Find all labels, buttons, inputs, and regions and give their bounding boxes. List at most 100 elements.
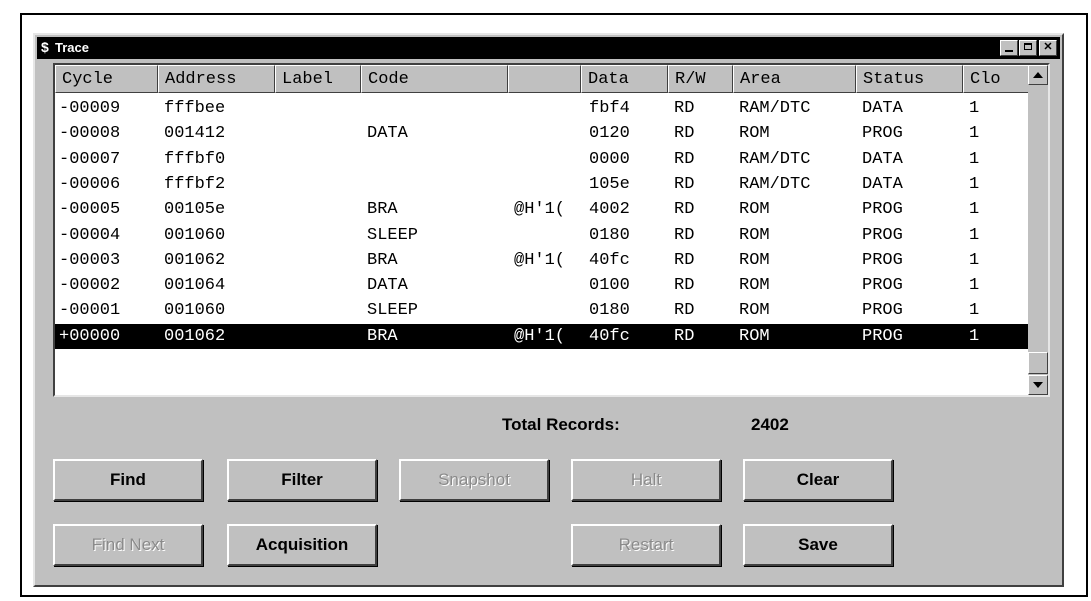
scroll-down-button[interactable] <box>1028 375 1048 395</box>
cell-cycle: +00000 <box>59 326 121 346</box>
save-button[interactable]: Save <box>743 524 893 566</box>
column-header-data[interactable]: Data <box>581 65 668 93</box>
minimize-icon <box>1005 50 1013 52</box>
table-row[interactable]: -00002 001064 DATA 0100 RD ROM PROG 1 <box>55 273 1030 298</box>
cell-data: 0100 <box>589 276 630 296</box>
column-header-clock[interactable]: Clo <box>963 65 1030 93</box>
cell-cycle: -00002 <box>59 276 121 296</box>
cell-code: DATA <box>367 124 408 144</box>
cell-clock: 1 <box>969 99 980 118</box>
cell-area: RAM/DTC <box>739 99 811 118</box>
table-row[interactable]: -00008 001412 DATA 0120 RD ROM PROG 1 <box>55 121 1030 146</box>
close-button[interactable]: ✕ <box>1039 40 1057 56</box>
cell-rw: RD <box>674 225 695 245</box>
cell-code: BRA <box>367 200 398 220</box>
trace-window: $ Trace ✕ Cycle Address Label Code Data R/W Ar… <box>33 33 1064 587</box>
cell-data: 0120 <box>589 124 630 144</box>
column-header-operand[interactable] <box>508 65 581 93</box>
table-row[interactable]: -00001 001060 SLEEP 0180 RD ROM PROG 1 <box>55 298 1030 323</box>
arrow-up-icon <box>1033 72 1043 78</box>
cell-operand: @H'1( <box>514 250 566 270</box>
title-bar[interactable]: $ Trace ✕ <box>37 37 1060 59</box>
cell-cycle: -00003 <box>59 250 121 270</box>
cell-address: 001412 <box>164 124 226 144</box>
cell-status: DATA <box>862 149 903 169</box>
cell-clock: 1 <box>969 276 980 296</box>
maximize-button[interactable] <box>1019 40 1037 56</box>
cell-cycle: -00006 <box>59 174 121 194</box>
table-row[interactable]: -00003 001062 BRA @H'1(40fc RD ROM PROG 1 <box>55 248 1030 273</box>
column-header-cycle[interactable]: Cycle <box>55 65 158 93</box>
cell-status: PROG <box>862 250 903 270</box>
find-button[interactable]: Find <box>53 459 203 501</box>
column-header-area[interactable]: Area <box>733 65 856 93</box>
cell-cycle: -00001 <box>59 301 121 321</box>
cell-rw: RD <box>674 250 695 270</box>
cell-area: ROM <box>739 276 770 296</box>
cell-code: SLEEP <box>367 301 419 321</box>
cell-clock: 1 <box>969 301 980 321</box>
acquisition-button-label: Acquisition <box>255 535 349 554</box>
halt-button[interactable]: Halt <box>571 459 721 501</box>
cell-data: 40fc <box>589 326 630 346</box>
table-header: Cycle Address Label Code Data R/W Area Status Cl… <box>55 65 1030 93</box>
cell-area: RAM/DTC <box>739 149 811 169</box>
column-header-status[interactable]: Status <box>856 65 963 93</box>
cell-area: ROM <box>739 225 770 245</box>
cell-address: fffbee <box>164 99 226 118</box>
cell-address: fffbf2 <box>164 174 226 194</box>
cell-code: BRA <box>367 326 398 346</box>
column-header-address[interactable]: Address <box>158 65 275 93</box>
cell-address: 001060 <box>164 301 226 321</box>
column-header-rw[interactable]: R/W <box>668 65 733 93</box>
table-row[interactable]: -00007 fffbf0 0000 RD RAM/DTC DATA 1 <box>55 147 1030 172</box>
cell-clock: 1 <box>969 174 980 194</box>
restart-button[interactable]: Restart <box>571 524 721 566</box>
cell-status: PROG <box>862 276 903 296</box>
cell-address: 001064 <box>164 276 226 296</box>
cell-operand: @H'1( <box>514 200 566 220</box>
table-row[interactable]: -00009 fffbee fbf4 RD RAM/DTC DATA 1 <box>55 96 1030 121</box>
table-row-selected[interactable]: +00000 001062 BRA @H'1(40fc RD ROM PROG 1 <box>55 323 1030 349</box>
filter-button-label: Filter <box>281 470 323 489</box>
column-header-code[interactable]: Code <box>361 65 508 93</box>
cell-data: 0000 <box>589 149 630 169</box>
table-row[interactable]: -00006 fffbf2 105e RD RAM/DTC DATA 1 <box>55 172 1030 197</box>
restart-button-label: Restart <box>618 535 674 554</box>
clear-button[interactable]: Clear <box>743 459 893 501</box>
arrow-down-icon <box>1033 382 1043 388</box>
table-row[interactable]: -00005 00105e BRA @H'1(4002 RD ROM PROG 1 <box>55 197 1030 222</box>
cell-rw: RD <box>674 99 695 118</box>
cell-area: ROM <box>739 326 770 346</box>
close-icon: ✕ <box>1043 41 1053 53</box>
cell-status: DATA <box>862 99 903 118</box>
table-row[interactable]: -00004 001060 SLEEP 0180 RD ROM PROG 1 <box>55 223 1030 248</box>
minimize-button[interactable] <box>1000 40 1018 56</box>
cell-address: 001062 <box>164 250 226 270</box>
total-records-value: 2402 <box>751 415 789 434</box>
cell-clock: 1 <box>969 250 980 270</box>
filter-button[interactable]: Filter <box>227 459 377 501</box>
find-next-button[interactable]: Find Next <box>53 524 203 566</box>
vertical-scrollbar[interactable] <box>1028 65 1048 395</box>
column-header-label[interactable]: Label <box>275 65 361 93</box>
cell-cycle: -00009 <box>59 99 121 118</box>
cell-operand: @H'1( <box>514 326 566 346</box>
cell-clock: 1 <box>969 200 980 220</box>
acquisition-button[interactable]: Acquisition <box>227 524 377 566</box>
halt-button-label: Halt <box>630 470 662 489</box>
find-button-label: Find <box>110 470 146 489</box>
cell-data: 105e <box>589 174 630 194</box>
cell-status: PROG <box>862 225 903 245</box>
cell-cycle: -00005 <box>59 200 121 220</box>
cell-status: PROG <box>862 301 903 321</box>
cell-code: DATA <box>367 276 408 296</box>
scroll-up-button[interactable] <box>1028 65 1048 85</box>
snapshot-button[interactable]: Snapshot <box>399 459 549 501</box>
cell-data: 0180 <box>589 301 630 321</box>
trace-table[interactable]: Cycle Address Label Code Data R/W Area Status Cl… <box>53 63 1050 397</box>
window-title: Trace <box>55 40 89 55</box>
clear-button-label: Clear <box>796 470 840 489</box>
cell-cycle: -00004 <box>59 225 121 245</box>
scroll-thumb[interactable] <box>1028 352 1048 374</box>
